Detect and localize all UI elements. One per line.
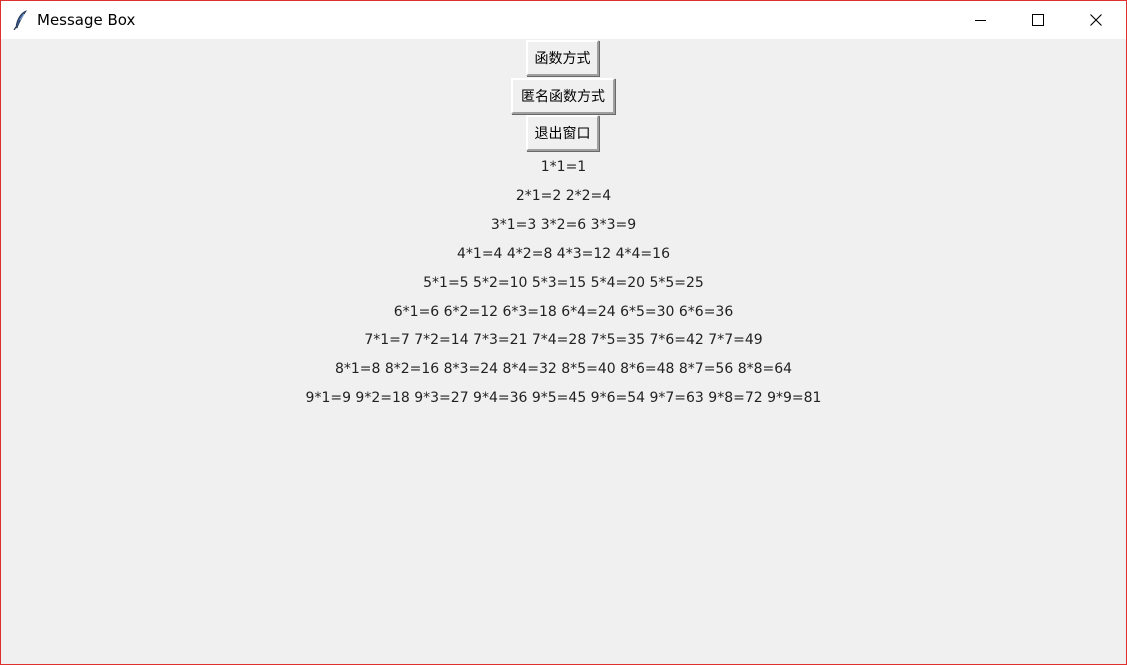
close-button[interactable] bbox=[1067, 1, 1125, 39]
feather-icon bbox=[13, 10, 29, 31]
minimize-icon bbox=[974, 19, 986, 21]
table-row: 9*1=9 9*2=18 9*3=27 9*4=36 9*5=45 9*6=54… bbox=[305, 390, 822, 406]
table-row: 6*1=6 6*2=12 6*3=18 6*4=24 6*5=30 6*6=36 bbox=[393, 304, 734, 320]
lambda-mode-button[interactable]: 匿名函数方式 bbox=[511, 78, 615, 114]
maximize-icon bbox=[1032, 14, 1044, 26]
window-title: Message Box bbox=[37, 11, 136, 29]
table-row: 4*1=4 4*2=8 4*3=12 4*4=16 bbox=[457, 246, 670, 262]
table-row: 3*1=3 3*2=6 3*3=9 bbox=[490, 217, 637, 233]
table-row: 5*1=5 5*2=10 5*3=15 5*4=20 5*5=25 bbox=[423, 275, 704, 291]
table-row: 2*1=2 2*2=4 bbox=[515, 188, 612, 204]
table-row: 8*1=8 8*2=16 8*3=24 8*4=32 8*5=40 8*6=48… bbox=[334, 361, 793, 377]
function-mode-button[interactable]: 函数方式 bbox=[526, 40, 599, 76]
maximize-button[interactable] bbox=[1009, 1, 1067, 39]
client-area: 函数方式 匿名函数方式 退出窗口 1*1=1 2*1=2 2*2=4 3*1=3… bbox=[1, 39, 1126, 664]
title-bar[interactable]: Message Box bbox=[1, 1, 1126, 39]
minimize-button[interactable] bbox=[951, 1, 1009, 39]
exit-window-button[interactable]: 退出窗口 bbox=[526, 115, 599, 151]
table-row: 1*1=1 bbox=[540, 159, 587, 175]
table-row: 7*1=7 7*2=14 7*3=21 7*4=28 7*5=35 7*6=42… bbox=[364, 332, 763, 348]
close-icon bbox=[1090, 11, 1102, 30]
app-window: Message Box 函数方式 匿名函数方式 退出窗口 1*1=1 2*1=2… bbox=[0, 0, 1127, 665]
